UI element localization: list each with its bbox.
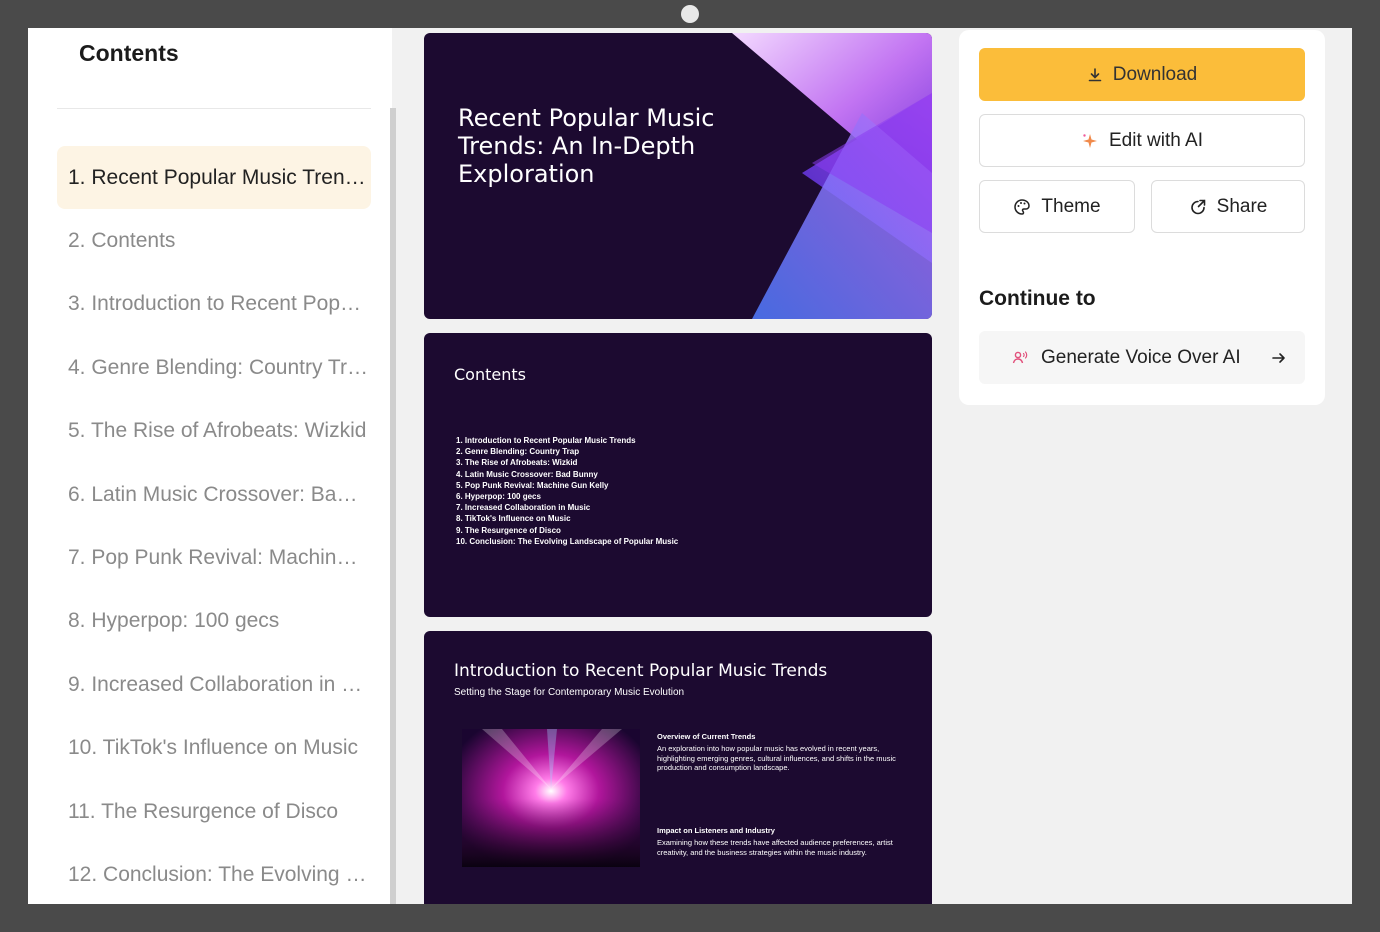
edit-with-ai-label: Edit with AI — [1109, 129, 1203, 151]
slide-3-subtitle: Setting the Stage for Contemporary Music… — [454, 687, 685, 698]
toc-item-label: 1. Recent Popular Music Trends: An In-De… — [68, 165, 368, 189]
arrow-right-icon — [1271, 350, 1287, 366]
concert-image — [462, 729, 640, 867]
slide-2-item: 3. The Rise of Afrobeats: Wizkid — [456, 458, 578, 468]
slide-thumbnail-1[interactable]: Recent Popular Music Trends: An In-Depth… — [424, 33, 932, 319]
slide-3-col2-heading: Impact on Listeners and Industry — [657, 826, 775, 835]
toc-item-label: 3. Introduction to Recent Popular Music … — [68, 292, 368, 316]
toc-item-9[interactable]: 9. Increased Collaboration in Music — [57, 653, 371, 716]
share-label: Share — [1216, 195, 1268, 217]
app-screen: Contents 1. Recent Popular Music Trends:… — [28, 28, 1352, 904]
slide-2-item: 6. Hyperpop: 100 gecs — [456, 492, 541, 502]
toc-item-6[interactable]: 6. Latin Music Crossover: Bad Bunny — [57, 463, 371, 526]
voice-icon — [1011, 349, 1029, 367]
download-button[interactable]: Download — [979, 48, 1305, 101]
slide-2-item: 5. Pop Punk Revival: Machine Gun Kelly — [456, 480, 609, 490]
toc-item-label: 10. TikTok's Influence on Music — [68, 736, 358, 760]
slide-2-item: 9. The Resurgence of Disco — [456, 525, 561, 535]
toc-item-label: 9. Increased Collaboration in Music — [68, 672, 368, 696]
actions-panel: Download Edit with AI Theme Share Contin… — [959, 30, 1325, 405]
slide-2-item: 2. Genre Blending: Country Trap — [456, 447, 580, 457]
sparkle-icon — [1081, 132, 1099, 150]
slide-2-item: 10. Conclusion: The Evolving Landscape o… — [456, 536, 679, 546]
slide-2-item: 1. Introduction to Recent Popular Music … — [456, 436, 636, 445]
slide-thumbnail-2[interactable]: Contents 1. Introduction to Recent Popul… — [424, 333, 932, 617]
share-icon — [1189, 198, 1207, 216]
toc-item-12[interactable]: 12. Conclusion: The Evolving Landscape o… — [57, 843, 371, 904]
toc-item-11[interactable]: 11. The Resurgence of Disco — [57, 780, 371, 843]
toc-item-4[interactable]: 4. Genre Blending: Country Trap — [57, 336, 371, 399]
toc-item-label: 11. The Resurgence of Disco — [68, 799, 339, 823]
download-label: Download — [1112, 63, 1198, 85]
slide-2-item: 7. Increased Collaboration in Music — [456, 503, 591, 513]
toc-item-label: 5. The Rise of Afrobeats: Wizkid — [68, 419, 367, 443]
sidebar-scrollbar[interactable] — [390, 108, 396, 904]
slide-2-item: 8. TikTok's Influence on Music — [456, 514, 571, 524]
toc-item-10[interactable]: 10. TikTok's Influence on Music — [57, 717, 371, 780]
sidebar-title: Contents — [79, 40, 179, 66]
download-icon — [1087, 67, 1103, 83]
palette-icon — [1013, 198, 1031, 216]
slide-2-title: Contents — [454, 365, 526, 384]
toc-item-label: 4. Genre Blending: Country Trap — [68, 355, 368, 379]
toc-item-label: 7. Pop Punk Revival: Machine Gun Kelly — [68, 546, 368, 570]
toc-item-3[interactable]: 3. Introduction to Recent Popular Music … — [57, 273, 371, 336]
slide-2-item: 4. Latin Music Crossover: Bad Bunny — [456, 469, 598, 479]
toc-item-2[interactable]: 2. Contents — [57, 209, 371, 272]
slide-1-title: Recent Popular Music Trends: An In-Depth… — [458, 104, 715, 188]
contents-sidebar: Contents 1. Recent Popular Music Trends:… — [28, 28, 392, 904]
toc-item-8[interactable]: 8. Hyperpop: 100 gecs — [57, 590, 371, 653]
toc-item-5[interactable]: 5. The Rise of Afrobeats: Wizkid — [57, 400, 371, 463]
theme-label: Theme — [1041, 195, 1101, 217]
toc-item-label: 8. Hyperpop: 100 gecs — [68, 609, 280, 633]
continue-to-heading: Continue to — [979, 287, 1096, 310]
theme-button[interactable]: Theme — [979, 180, 1135, 233]
slide-3-col2-text: Examining how these trends have affected… — [657, 838, 893, 857]
slide-3-col1-heading: Overview of Current Trends — [657, 732, 756, 741]
toc-item-7[interactable]: 7. Pop Punk Revival: Machine Gun Kelly — [57, 526, 371, 589]
sidebar-divider — [57, 108, 371, 109]
slide-3-column-2: Impact on Listeners and Industry Examini… — [657, 826, 897, 857]
edit-with-ai-button[interactable]: Edit with AI — [979, 114, 1305, 167]
slide-2-contents-list: 1. Introduction to Recent Popular Music … — [456, 435, 678, 547]
toc-list: 1. Recent Popular Music Trends: An In-De… — [57, 146, 371, 904]
camera-dot — [681, 5, 699, 23]
slide-3-column-1: Overview of Current Trends An exploratio… — [657, 732, 897, 773]
toc-item-label: 12. Conclusion: The Evolving Landscape o… — [68, 862, 368, 886]
toc-item-1[interactable]: 1. Recent Popular Music Trends: An In-De… — [57, 146, 371, 210]
toc-item-label: 2. Contents — [68, 229, 176, 253]
generate-voice-over-label: Generate Voice Over AI — [1041, 346, 1241, 368]
share-button[interactable]: Share — [1151, 180, 1305, 233]
slide-3-col1-text: An exploration into how popular music ha… — [657, 744, 896, 772]
slide-3-title: Introduction to Recent Popular Music Tre… — [454, 661, 828, 681]
slide-thumbnail-3[interactable]: Introduction to Recent Popular Music Tre… — [424, 631, 932, 904]
toc-item-label: 6. Latin Music Crossover: Bad Bunny — [68, 482, 368, 506]
generate-voice-over-link[interactable]: Generate Voice Over AI — [979, 331, 1305, 384]
